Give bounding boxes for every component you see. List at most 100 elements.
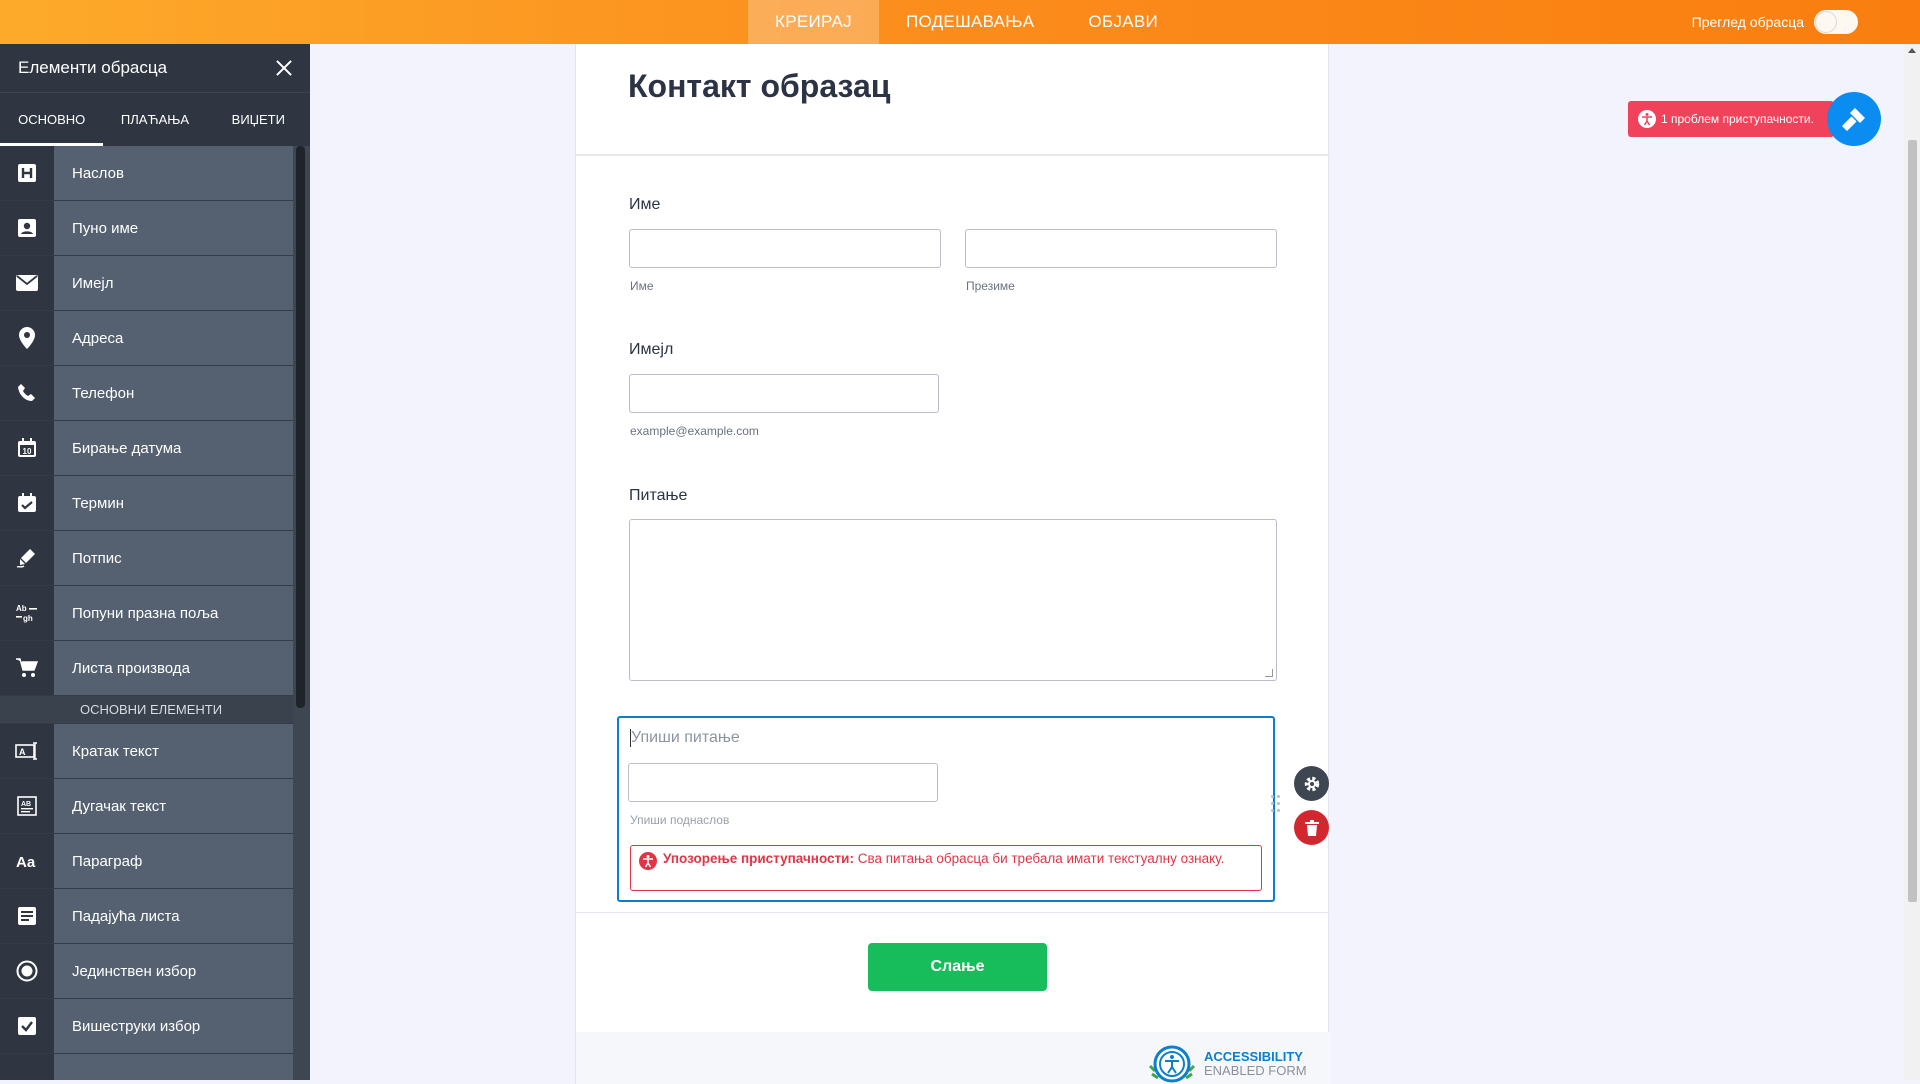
sidebar-item-label: Термин bbox=[54, 476, 293, 530]
trash-icon bbox=[1304, 819, 1319, 836]
map-pin-icon bbox=[0, 311, 54, 365]
paragraph-icon: Aa bbox=[0, 834, 54, 888]
email-input[interactable] bbox=[629, 374, 939, 413]
close-icon[interactable] bbox=[274, 58, 294, 78]
sidebar-tab-payments[interactable]: ПЛАЋАЊА bbox=[103, 93, 206, 146]
accessibility-enabled-badge[interactable]: ACCESSIBILITY ENABLED FORM bbox=[1146, 1044, 1307, 1084]
sidebar-item-label bbox=[54, 1054, 293, 1080]
new-question-field[interactable]: Упиши питање Упиши поднаслов Упозорење п… bbox=[617, 716, 1275, 902]
question-textarea[interactable] bbox=[629, 519, 1277, 681]
sidebar-item-more[interactable] bbox=[0, 1054, 293, 1080]
top-bar: КРЕИРАЈ ПОДЕШАВАЊА ОБЈАВИ Преглед обрасц… bbox=[0, 0, 1920, 44]
radio-icon bbox=[0, 944, 54, 998]
fill-blank-icon: Ab gh bbox=[0, 586, 54, 640]
submit-button[interactable]: Слање bbox=[868, 943, 1047, 991]
sidebar-item-address[interactable]: Адреса bbox=[0, 311, 293, 366]
sidebar-item-label: Наслов bbox=[54, 146, 293, 200]
field-settings-button[interactable] bbox=[1294, 766, 1329, 801]
form-preview: Преглед обрасца bbox=[1692, 0, 1858, 44]
svg-text:Ab: Ab bbox=[16, 604, 27, 613]
sidebar-item-date-picker[interactable]: 10 Бирање датума bbox=[0, 421, 293, 476]
accessibility-badge-text: ACCESSIBILITY ENABLED FORM bbox=[1204, 1050, 1307, 1078]
preview-toggle[interactable] bbox=[1814, 10, 1858, 34]
new-question-input[interactable] bbox=[628, 763, 938, 802]
accessibility-warning: Упозорење приступачности: Сва питања обр… bbox=[630, 845, 1262, 891]
person-card-icon bbox=[0, 201, 54, 255]
new-question-placeholder[interactable]: Упиши питање bbox=[631, 729, 740, 747]
warning-title: Упозорење приступачности: bbox=[663, 851, 854, 866]
calendar-check-icon bbox=[0, 476, 54, 530]
more-element-icon bbox=[0, 1054, 54, 1080]
phone-icon bbox=[0, 366, 54, 420]
sidebar-item-full-name[interactable]: Пуно име bbox=[0, 201, 293, 256]
warning-text: Сва питања обрасца би требала имати текс… bbox=[853, 851, 1225, 866]
gear-icon bbox=[1304, 776, 1319, 791]
sidebar-tabs: ОСНОВНО ПЛАЋАЊА ВИЏЕТИ bbox=[0, 92, 310, 146]
accessibility-badge-line1: ACCESSIBILITY bbox=[1204, 1049, 1303, 1064]
sidebar-item-short-text[interactable]: A Кратак текст bbox=[0, 724, 293, 779]
svg-text:Aa: Aa bbox=[16, 854, 36, 870]
sidebar-item-appointment[interactable]: Термин bbox=[0, 476, 293, 531]
form-title[interactable]: Контакт образац bbox=[628, 68, 890, 105]
delete-field-button[interactable] bbox=[1294, 810, 1329, 845]
sidebar-item-label: Попуни празна поља bbox=[54, 586, 293, 640]
sidebar-item-label: Листа производа bbox=[54, 641, 293, 695]
page-scrollbar-thumb[interactable] bbox=[1908, 140, 1917, 902]
envelope-icon bbox=[0, 256, 54, 310]
sidebar-item-dropdown[interactable]: Падајућа листа bbox=[0, 889, 293, 944]
scroll-up-icon[interactable] bbox=[1908, 48, 1916, 53]
tab-create[interactable]: КРЕИРАЈ bbox=[748, 0, 879, 44]
sidebar-item-label: Падајућа листа bbox=[54, 889, 293, 943]
accessibility-issues-badge[interactable]: 1 проблем приступачности. bbox=[1628, 101, 1834, 137]
sidebar-item-label: Вишеструки избор bbox=[54, 999, 293, 1053]
question-label: Питање bbox=[629, 487, 688, 504]
sidebar-item-product-list[interactable]: Листа производа bbox=[0, 641, 293, 696]
sidebar-item-label: Дугачак текст bbox=[54, 779, 293, 833]
paint-roller-icon bbox=[1841, 108, 1865, 132]
sidebar-scrollbar[interactable] bbox=[296, 146, 305, 708]
sidebar-item-signature[interactable]: Потпис bbox=[0, 531, 293, 586]
checkbox-icon bbox=[0, 999, 54, 1053]
pen-icon bbox=[0, 531, 54, 585]
form-elements-sidebar: Елементи обрасца ОСНОВНО ПЛАЋАЊА ВИЏЕТИ … bbox=[0, 44, 310, 1080]
drag-handle[interactable] bbox=[1271, 795, 1281, 815]
sidebar-item-fill-blanks[interactable]: Ab gh Попуни празна поља bbox=[0, 586, 293, 641]
section-header-basic-elements: ОСНОВНИ ЕЛЕМЕНТИ bbox=[0, 696, 293, 724]
last-name-input[interactable] bbox=[965, 229, 1277, 268]
top-tabs: КРЕИРАЈ ПОДЕШАВАЊА ОБЈАВИ bbox=[748, 0, 1185, 44]
email-label: Имејл bbox=[629, 341, 674, 358]
accessibility-badge-icon bbox=[1148, 1045, 1196, 1083]
last-name-sublabel: Презиме bbox=[966, 279, 1015, 293]
tab-publish[interactable]: ОБЈАВИ bbox=[1061, 0, 1185, 44]
tab-settings[interactable]: ПОДЕШАВАЊА bbox=[879, 0, 1061, 44]
sidebar-tab-widgets[interactable]: ВИЏЕТИ bbox=[207, 93, 310, 146]
name-label: Име bbox=[629, 196, 661, 213]
sidebar-item-long-text[interactable]: AB Дугачак текст bbox=[0, 779, 293, 834]
sidebar-item-label: Имејл bbox=[54, 256, 293, 310]
first-name-sublabel: Име bbox=[630, 279, 654, 293]
sidebar-item-paragraph[interactable]: Aa Параграф bbox=[0, 834, 293, 889]
svg-text:AB: AB bbox=[21, 801, 31, 808]
accessibility-icon bbox=[639, 852, 657, 870]
svg-text:gh: gh bbox=[23, 614, 33, 623]
form-canvas: Контакт образац Име Име Презиме Имејл ex… bbox=[575, 44, 1330, 1084]
sidebar-item-email[interactable]: Имејл bbox=[0, 256, 293, 311]
sidebar-item-single-choice[interactable]: Јединствен избор bbox=[0, 944, 293, 999]
sidebar-item-heading[interactable]: Наслов bbox=[0, 146, 293, 201]
sidebar-title: Елементи обрасца bbox=[18, 58, 168, 77]
sidebar-tab-basic[interactable]: ОСНОВНО bbox=[0, 93, 104, 146]
sidebar-header: Елементи обрасца bbox=[0, 44, 310, 92]
first-name-input[interactable] bbox=[629, 229, 941, 268]
dropdown-icon bbox=[0, 889, 54, 943]
heading-icon bbox=[0, 146, 54, 200]
resize-handle[interactable] bbox=[1265, 669, 1273, 677]
form-designer-button[interactable] bbox=[1827, 92, 1881, 146]
header-divider bbox=[576, 154, 1330, 156]
sidebar-item-phone[interactable]: Телефон bbox=[0, 366, 293, 421]
email-sublabel: example@example.com bbox=[630, 424, 759, 438]
long-text-icon: AB bbox=[0, 779, 54, 833]
sidebar-item-multiple-choice[interactable]: Вишеструки избор bbox=[0, 999, 293, 1054]
new-question-sublabel[interactable]: Упиши поднаслов bbox=[630, 813, 729, 827]
accessibility-icon bbox=[1638, 110, 1656, 128]
sidebar-item-label: Адреса bbox=[54, 311, 293, 365]
